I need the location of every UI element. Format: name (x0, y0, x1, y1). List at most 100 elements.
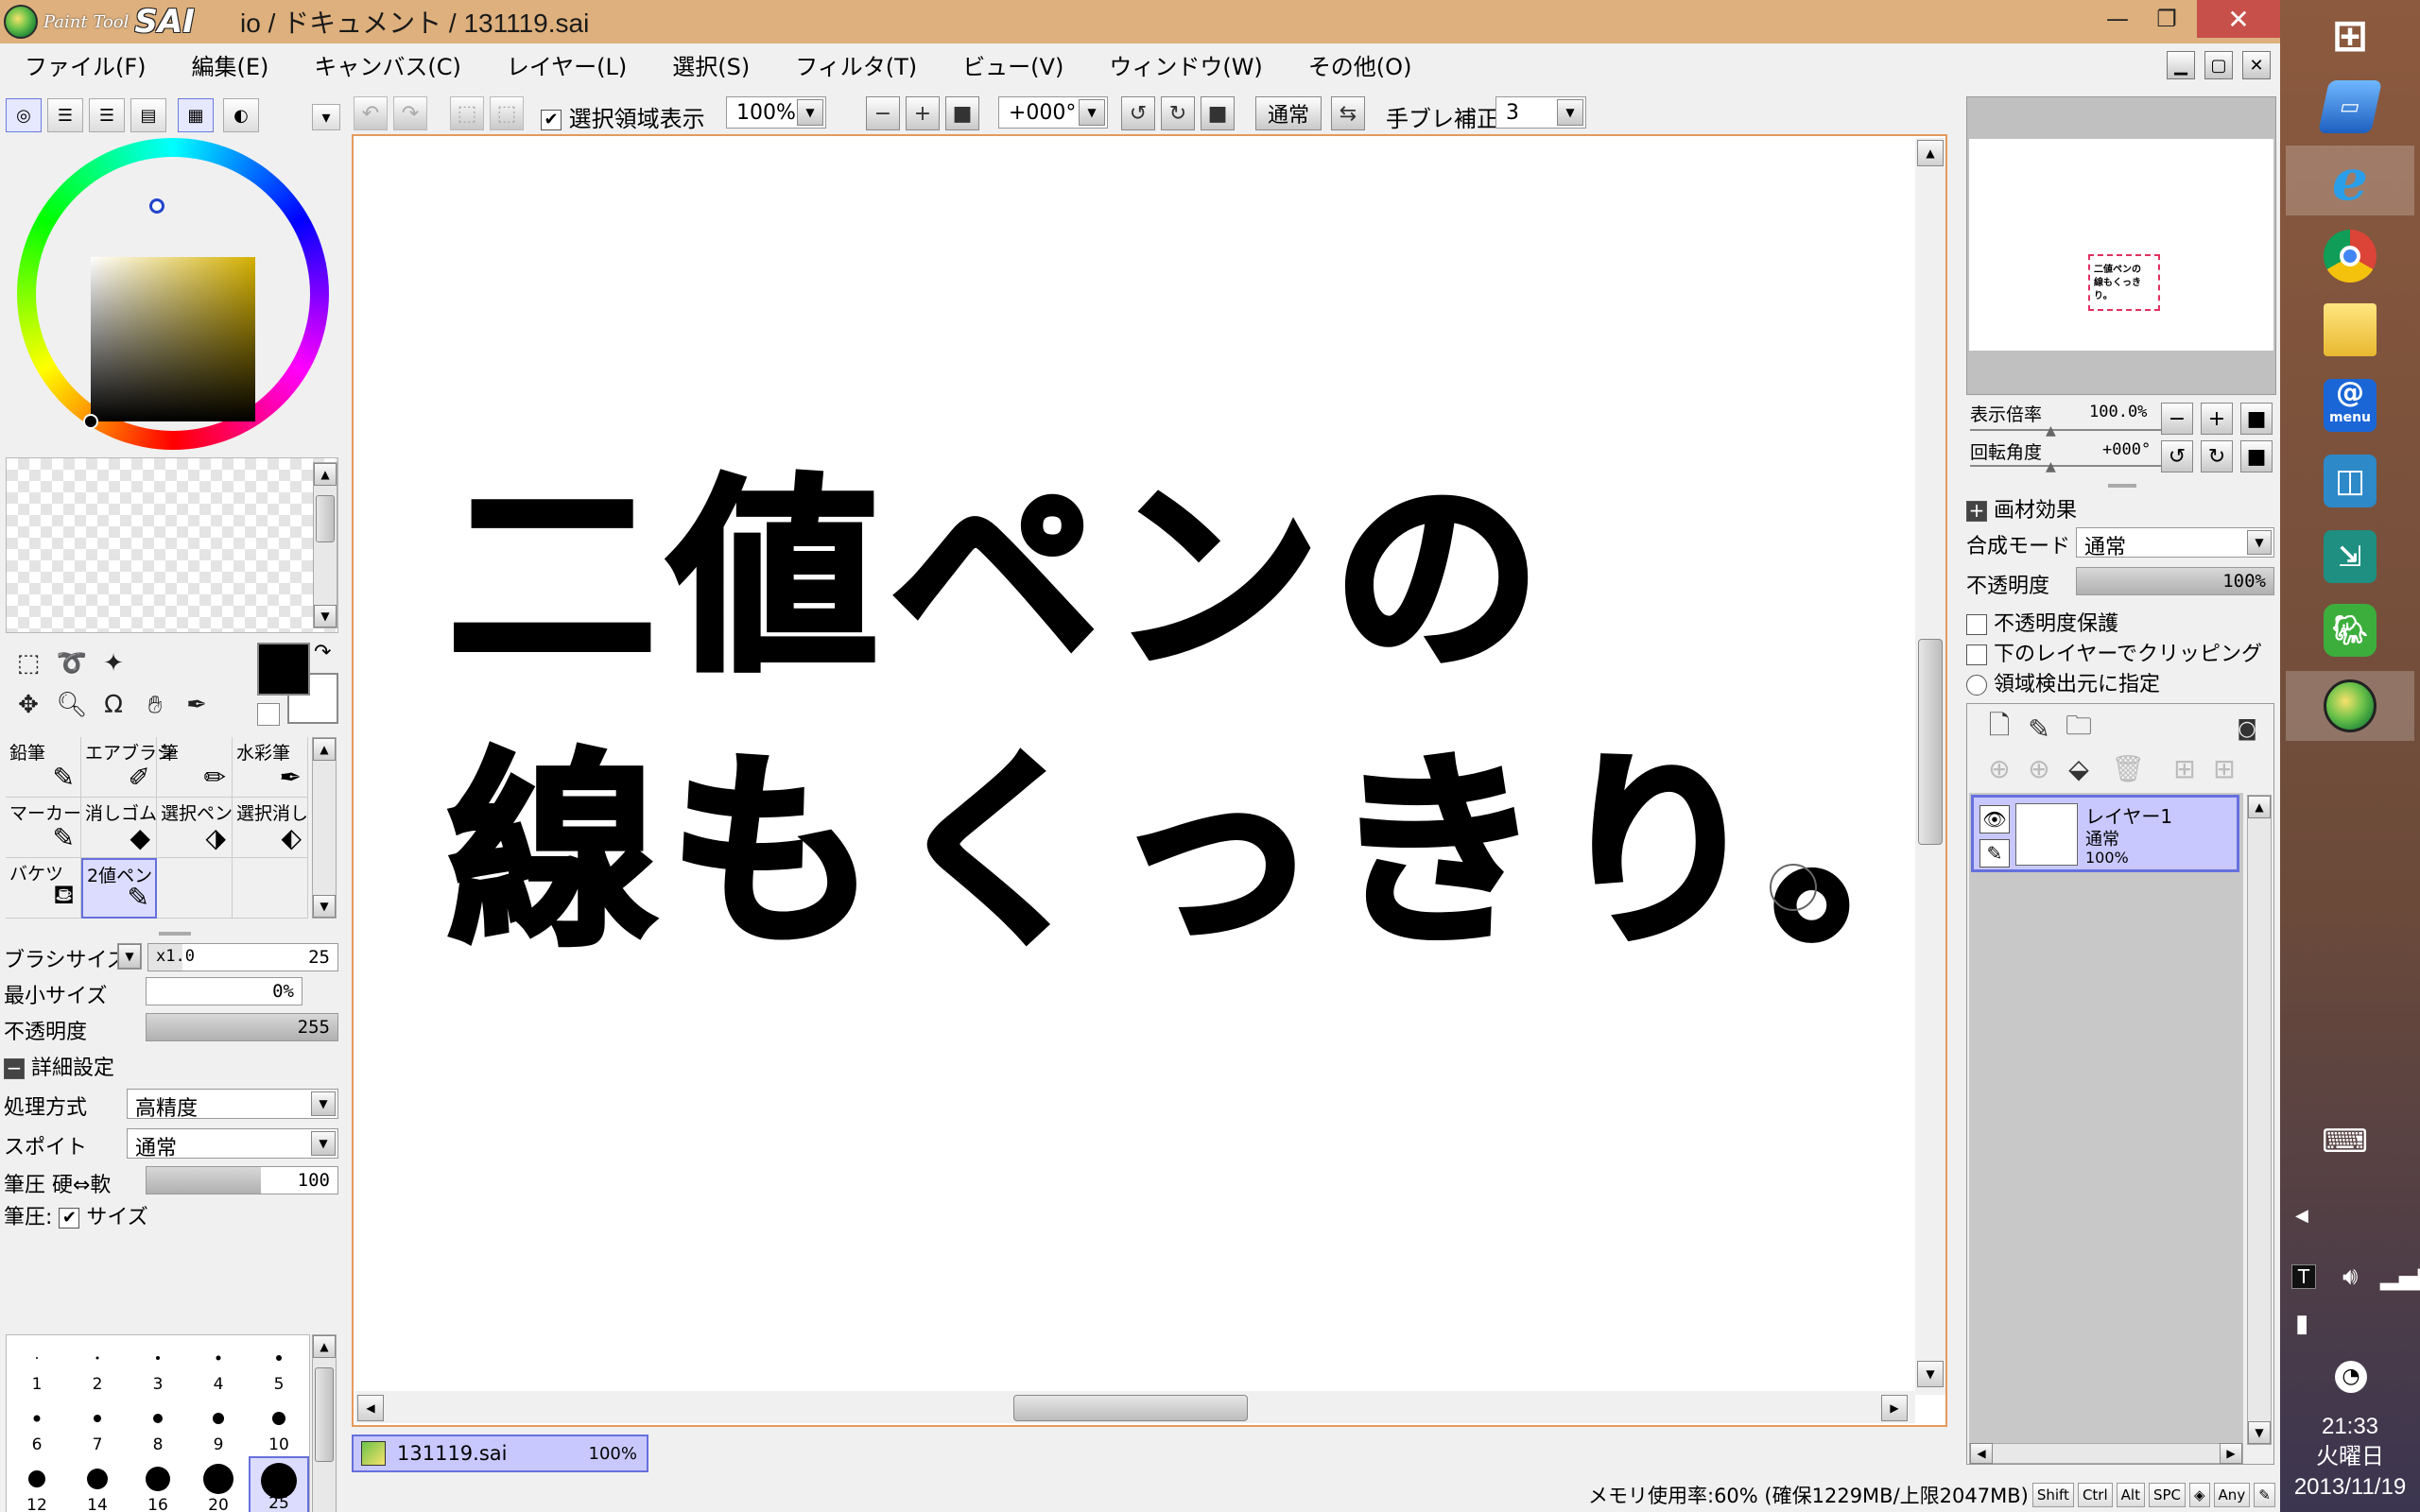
layer-list-hscrollbar[interactable]: ◀ ▶ (1969, 1443, 2243, 1464)
collapse-icon[interactable]: − (4, 1058, 25, 1079)
scroll-up-icon[interactable]: ▲ (2248, 796, 2271, 818)
splitter-grip[interactable] (2108, 484, 2136, 488)
ime-icon[interactable]: T (2291, 1264, 2316, 1289)
redo-button[interactable]: ↷ (393, 96, 427, 130)
brush-grid-scrollbar[interactable]: ▲ ▼ (312, 737, 337, 919)
zoom-slider[interactable] (1970, 429, 2169, 431)
merge-visible-icon[interactable]: ⊞ (2166, 749, 2204, 787)
transparent-color-icon[interactable] (257, 703, 280, 726)
layer-opacity-field[interactable]: 100% (2076, 567, 2274, 595)
scroll-down-icon[interactable]: ▼ (314, 605, 337, 627)
foreground-color-swatch[interactable] (257, 643, 310, 696)
menu-view[interactable]: ビュー(V) (938, 48, 1084, 81)
menu-layer[interactable]: レイヤー(L) (482, 48, 648, 81)
color-bar-tab-icon[interactable]: ▤ (130, 98, 166, 132)
menu-filter[interactable]: フィルタ(T) (770, 48, 938, 81)
restore-button[interactable]: ❐ (2138, 0, 2195, 38)
merge-down-icon[interactable]: ⊕ (2020, 749, 2058, 787)
title-bar[interactable]: Paint Tool SAI io / ドキュメント / 131119.sai … (0, 0, 2280, 43)
menu-other[interactable]: その他(O) (1284, 48, 1433, 81)
scroll-right-icon[interactable]: ▶ (1881, 1395, 1908, 1421)
windows-start-icon[interactable]: ⊞ (2286, 0, 2414, 70)
menu-select[interactable]: 選択(S) (648, 48, 770, 81)
mdi-minimize-button[interactable]: ▁ (2167, 51, 2195, 79)
scroll-up-icon[interactable]: ▲ (1917, 140, 1944, 166)
connect-icon[interactable]: ⇲ (2286, 522, 2414, 592)
network-signal-icon[interactable]: ▂▄▆ (2380, 1263, 2420, 1291)
scroll-thumb[interactable] (316, 495, 335, 542)
brush-size-option[interactable]: 16 (128, 1456, 188, 1512)
remote-desktop-icon[interactable]: ▭ (2286, 72, 2414, 142)
nav-rotate-right-button[interactable]: ↻ (2201, 440, 2233, 472)
texture-toggle[interactable]: + 画材効果 (1966, 493, 2077, 524)
document-tab[interactable]: 131119.sai 100% (352, 1435, 648, 1472)
details-toggle[interactable]: − 詳細設定 (4, 1051, 114, 1080)
empty-tool-slot[interactable] (157, 858, 233, 919)
scroll-up-icon[interactable]: ▲ (313, 738, 336, 761)
brush-opacity-field[interactable]: 255 (146, 1013, 338, 1041)
scroll-up-icon[interactable]: ▲ (313, 1335, 336, 1358)
rect-select-icon[interactable]: ⬚ (9, 644, 47, 682)
blend-mode-button[interactable]: 通常 (1255, 96, 1322, 130)
nav-zoom-out-button[interactable]: − (2161, 403, 2193, 435)
tool-eraser[interactable]: 消しゴム ◆ (81, 798, 157, 858)
hsv-slider-tab-icon[interactable]: ☰ (89, 98, 125, 132)
scroll-thumb[interactable] (1013, 1395, 1248, 1421)
eye-icon[interactable]: 👁︎ (1979, 805, 2010, 833)
keyboard-icon[interactable]: ⌨ (2322, 1123, 2368, 1160)
tool-binary-pen[interactable]: 2値ペン ✎ (81, 858, 157, 919)
taskbar-clock[interactable]: 21:33 火曜日 2013/11/19 (2280, 1412, 2420, 1503)
scroll-down-icon[interactable]: ▼ (2248, 1421, 2271, 1444)
empty-tool-slot[interactable] (233, 858, 308, 919)
brush-size-option[interactable]: 9 (188, 1396, 249, 1456)
brush-size-option[interactable]: 25 (249, 1456, 309, 1512)
brush-size-field[interactable]: x1.0 25 (147, 943, 338, 971)
undo-button[interactable]: ↶ (354, 96, 388, 130)
pressure-hardness-field[interactable]: 100 (146, 1166, 338, 1194)
lasso-icon[interactable]: ➰ (53, 644, 91, 682)
show-selection-toggle[interactable]: ✔ 選択領域表示 (541, 100, 705, 133)
new-layer-icon[interactable]: 🗋︎ (1980, 710, 2018, 747)
scroll-thumb[interactable] (1918, 639, 1943, 845)
zoom-dropdown[interactable]: 100% ▼ (726, 96, 826, 129)
tool-select-eraser[interactable]: 選択消し ⬖ (233, 798, 308, 858)
size-multiplier-dropdown[interactable]: ▼ (117, 943, 142, 970)
splitter-grip[interactable] (159, 932, 191, 936)
brush-size-option[interactable]: 5 (249, 1335, 309, 1396)
scroll-right-icon[interactable]: ▶ (2220, 1443, 2242, 1464)
battery-icon[interactable]: ▮ (2295, 1310, 2308, 1338)
expand-icon[interactable]: + (1966, 501, 1987, 522)
tool-select-pen[interactable]: 選択ペン ⬗ (157, 798, 233, 858)
tool-watercolor[interactable]: 水彩筆 ✒ (233, 737, 308, 798)
brush-size-option[interactable]: 14 (67, 1456, 128, 1512)
zoom-slider-handle[interactable]: ▲ (2046, 423, 2056, 438)
paint-tool-sai-icon[interactable] (2286, 671, 2414, 741)
color-wheel-tab-icon[interactable]: ◎ (6, 98, 42, 132)
protect-opacity-option[interactable]: 不透明度保護 (1966, 607, 2118, 637)
rotate-left-button[interactable]: ↺ (1121, 96, 1155, 130)
chrome-icon[interactable] (2286, 221, 2414, 291)
brush-size-option[interactable]: 7 (67, 1396, 128, 1456)
zoom-reset-button[interactable]: ■ (945, 96, 979, 130)
swatches-tab-icon[interactable]: ▦ (178, 98, 214, 132)
panel-menu-icon[interactable]: ▾ (312, 104, 340, 130)
quality-dropdown[interactable]: 高精度 ▼ (127, 1089, 338, 1121)
mdi-restore-button[interactable]: ▢ (2204, 51, 2233, 79)
saturation-value-square[interactable] (91, 257, 255, 421)
nav-rotate-reset-button[interactable]: ■ (2240, 440, 2273, 472)
invert-selection-button[interactable]: ⬚ (490, 96, 524, 130)
menu-file[interactable]: ファイル(F) (0, 48, 167, 81)
layer-list[interactable]: 👁︎ ✎ レイヤー1 通常 100% (1969, 793, 2243, 1445)
swatch-palette[interactable]: ▲ ▼ (6, 457, 338, 633)
rotation-dropdown[interactable]: +000° ▼ (998, 96, 1108, 129)
move-icon[interactable]: ✥ (9, 686, 47, 724)
store-icon[interactable]: ◫ (2286, 446, 2414, 516)
scroll-up-icon[interactable]: ▲ (314, 463, 337, 486)
navigator-view-rect[interactable]: 二値ペンの 線もくっきり。 (2088, 254, 2160, 311)
angle-slider-handle[interactable]: ▲ (2046, 459, 2056, 474)
scroll-left-icon[interactable]: ◀ (1970, 1443, 1993, 1464)
scroll-down-icon[interactable]: ▼ (313, 895, 336, 918)
brush-size-option[interactable]: 1 (7, 1335, 67, 1396)
scratchpad-tab-icon[interactable]: ◐ (223, 98, 259, 132)
clipping-checkbox[interactable] (1966, 644, 1987, 665)
